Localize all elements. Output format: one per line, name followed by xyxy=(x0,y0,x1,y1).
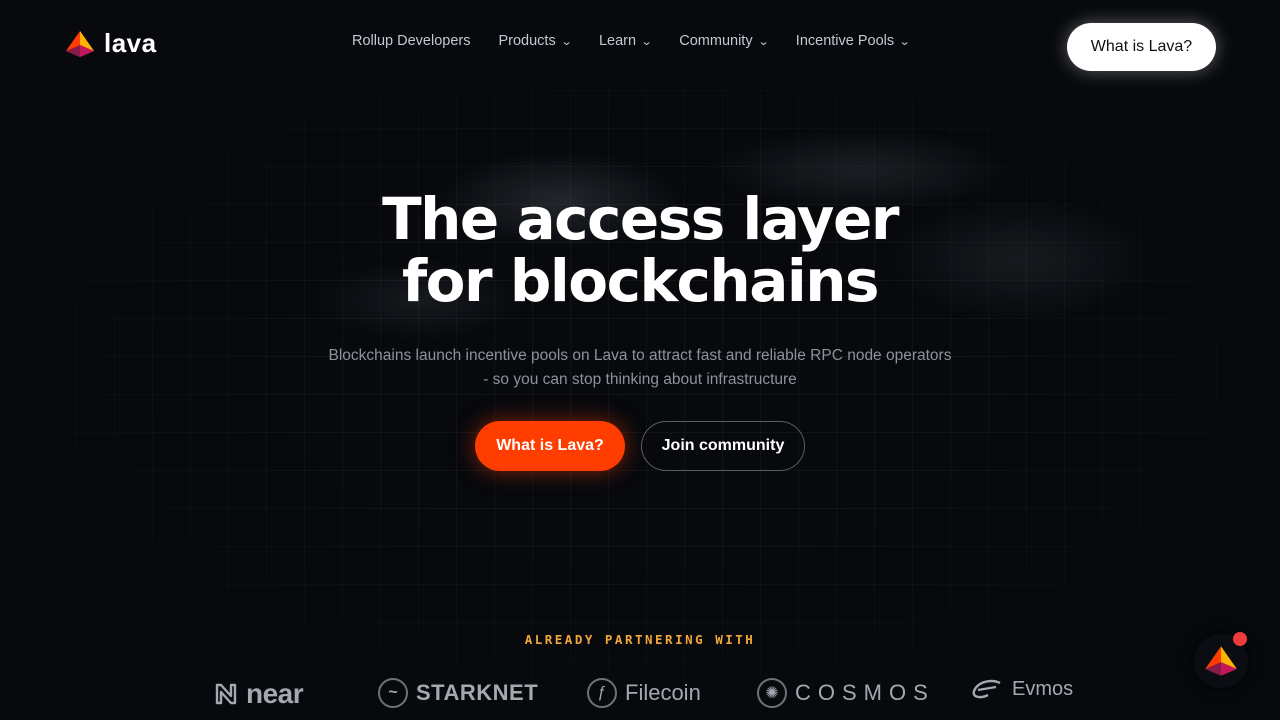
partner-name: Evmos xyxy=(1012,678,1074,700)
partner-cosmos[interactable]: ✺ COSMOS xyxy=(757,678,935,708)
evmos-icon xyxy=(972,679,1001,698)
partner-filecoin[interactable]: ƒ Filecoin xyxy=(587,678,701,708)
partner-starknet[interactable]: ~ STARKNET xyxy=(378,678,538,708)
nav-label: Incentive Pools xyxy=(795,33,895,49)
lava-logo-icon xyxy=(66,30,94,57)
partner-evmos[interactable]: Evmos xyxy=(970,678,1073,701)
main-nav: Rollup Developers Products ⌄ Learn ⌄ Com… xyxy=(352,33,937,49)
hero-title: The access layer for blockchains xyxy=(0,188,1280,312)
hero-title-line-2: for blockchains xyxy=(401,247,880,315)
lava-logo-icon xyxy=(1205,646,1237,676)
partner-name: STARKNET xyxy=(416,680,539,705)
nav-label: Community xyxy=(679,33,753,49)
partner-near[interactable]: near xyxy=(214,678,304,710)
what-is-lava-header-button[interactable]: What is Lava? xyxy=(1067,23,1216,71)
hero-title-line-1: The access layer xyxy=(382,185,899,253)
partner-logos: near ~ STARKNET ƒ Filecoin ✺ COSMOS Evmo… xyxy=(0,678,1280,720)
near-icon xyxy=(215,683,237,705)
hero-subtitle: Blockchains launch incentive pools on La… xyxy=(0,344,1280,392)
chevron-down-icon: ⌄ xyxy=(757,35,770,48)
partner-name: near xyxy=(246,678,304,709)
nav-learn[interactable]: Learn ⌄ xyxy=(598,33,653,49)
cosmos-icon: ✺ xyxy=(757,678,787,708)
nav-community[interactable]: Community ⌄ xyxy=(679,33,770,49)
filecoin-icon: ƒ xyxy=(587,678,617,708)
partner-name: Filecoin xyxy=(625,680,701,705)
logo-text: lava xyxy=(104,28,157,58)
chevron-down-icon: ⌄ xyxy=(640,35,653,48)
hero-subtitle-line-2: - so you can stop thinking about infrast… xyxy=(483,371,797,388)
join-community-button[interactable]: Join community xyxy=(641,421,805,471)
nav-incentive-pools[interactable]: Incentive Pools ⌄ xyxy=(795,33,911,49)
nav-label: Products xyxy=(498,33,556,49)
partner-name: COSMOS xyxy=(795,680,935,705)
nav-products[interactable]: Products ⌄ xyxy=(498,33,573,49)
nav-label: Learn xyxy=(598,33,637,49)
chevron-down-icon: ⌄ xyxy=(898,35,911,48)
lava-logo[interactable]: lava xyxy=(64,28,157,59)
what-is-lava-button[interactable]: What is Lava? xyxy=(475,421,625,471)
partners-label: ALREADY PARTNERING WITH xyxy=(524,632,756,647)
nav-rollup-developers[interactable]: Rollup Developers xyxy=(352,33,470,49)
starknet-icon: ~ xyxy=(378,678,408,708)
hero-subtitle-line-1: Blockchains launch incentive pools on La… xyxy=(328,347,952,364)
notification-dot xyxy=(1233,632,1247,646)
chevron-down-icon: ⌄ xyxy=(560,35,573,48)
site-header: lava Rollup Developers Products ⌄ Learn … xyxy=(0,0,1280,90)
nav-label: Rollup Developers xyxy=(352,33,471,49)
